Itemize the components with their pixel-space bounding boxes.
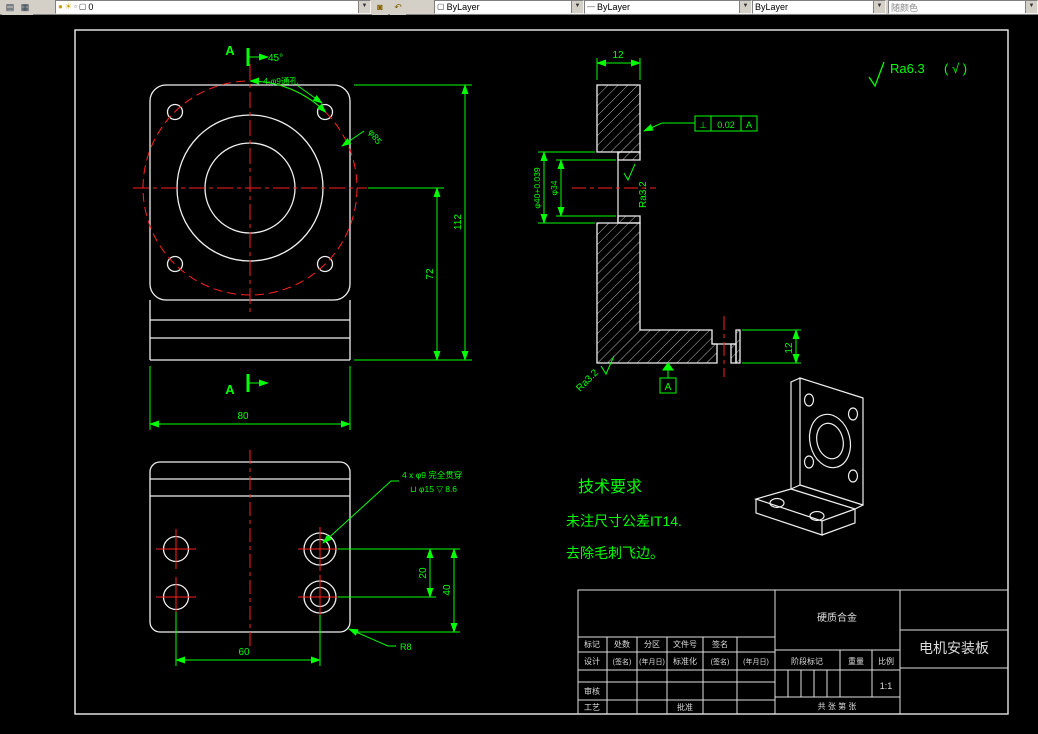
layer-color-chip-icon: ▢: [78, 2, 87, 11]
tb-design-sign: (签名): [613, 657, 632, 666]
tb-design: 设计: [584, 656, 600, 666]
dim-72: 72: [425, 268, 436, 280]
dim-112: 112: [453, 214, 464, 230]
datum-label: A: [665, 382, 672, 393]
roughness-bore: Ra3.2: [638, 181, 649, 208]
tb-std-date: (年月日): [743, 657, 769, 666]
tb-scale-label: 比例: [878, 656, 894, 666]
linetype-dropdown-arrow-icon[interactable]: ▼: [739, 1, 751, 13]
dim-flange-thickness: 12: [612, 50, 624, 61]
color-chip-icon: ▢: [437, 2, 445, 11]
current-plotstyle: 随颜色: [891, 2, 919, 13]
drawing-border-frame: [74, 29, 1009, 715]
dim-edge: 40: [442, 584, 453, 596]
tb-part-name: 电机安装板: [919, 640, 989, 656]
layer-states-icon[interactable]: ▦: [17, 0, 33, 15]
tb-material: 硬质合金: [817, 611, 857, 624]
dim-bore-inner: φ34: [549, 180, 559, 195]
tb-hdr-mark: 标记: [584, 639, 600, 649]
tb-std-sign: (签名): [711, 657, 730, 666]
isometric-view: [753, 377, 864, 536]
tb-hdr-zone: 分区: [644, 640, 660, 649]
roughness-value: Ra6.3: [890, 61, 925, 76]
front-holes-note: 4-φ9通孔: [263, 76, 298, 86]
dim-width-60: 60: [238, 647, 250, 658]
color-dropdown-arrow-icon[interactable]: ▼: [571, 1, 583, 13]
section-label-bottom: A: [225, 382, 235, 397]
lineweight-select[interactable]: ByLayer ▼: [752, 0, 886, 14]
tb-scale-value: 1:1: [880, 681, 893, 691]
tech-req-line2: 去除毛刺飞边。: [566, 545, 664, 561]
tb-review: 审核: [584, 686, 600, 696]
layer-freeze-sun-icon: ☀: [64, 2, 73, 11]
hole-callout-line1: 4 x φ9 完全贯穿: [402, 470, 462, 480]
linetype-select[interactable]: — ByLayer ▼: [584, 0, 752, 14]
roughness-others: ( √ ): [944, 61, 967, 76]
surface-finish-symbol-icon: [868, 61, 885, 88]
dim-bore: φ40+0.039: [532, 167, 542, 208]
tb-hdr-count: 处数: [614, 639, 630, 649]
current-color: ByLayer: [446, 2, 480, 12]
current-linetype: ByLayer: [597, 2, 631, 12]
layer-properties-icon[interactable]: ▤: [2, 0, 18, 15]
dim-width-80: 80: [237, 411, 249, 422]
object-properties-toolbar: ▤ ▦ ● ☀ ▫ ▢ 0 ▼ ◙ ↶ ▢ ByLayer ▼ — ByLaye…: [0, 0, 1038, 15]
fcf-symbol: ⊥: [699, 120, 707, 130]
front-view-centerlines: [133, 64, 367, 314]
layer-on-bulb-icon: ●: [58, 2, 63, 11]
tb-approve: 批准: [677, 702, 693, 712]
roughness-bottom: Ra3.2: [574, 367, 601, 394]
angle-dimension: 45°: [268, 53, 283, 64]
tb-craft: 工艺: [584, 703, 600, 712]
current-layer-name: 0: [88, 2, 94, 12]
plotstyle-select[interactable]: 随颜色 ▼: [888, 0, 1038, 14]
technical-requirements: 技术要求 未注尺寸公差IT14. 去除毛刺飞边。: [566, 478, 682, 561]
plotstyle-dropdown-arrow-icon[interactable]: ▼: [1025, 1, 1037, 13]
tb-hdr-sign: 签名: [712, 639, 728, 649]
dim-hole-spacing: 20: [418, 567, 429, 579]
make-object-layer-current-icon[interactable]: ◙: [372, 0, 388, 15]
general-roughness-note: Ra6.3 ( √ ): [868, 61, 967, 88]
current-lineweight: ByLayer: [755, 2, 789, 12]
linetype-preview-icon: —: [587, 2, 595, 11]
tb-sheet-info: 共 张 第 张: [818, 701, 857, 711]
tech-req-line1: 未注尺寸公差IT14.: [566, 513, 682, 529]
lineweight-dropdown-arrow-icon[interactable]: ▼: [873, 1, 885, 13]
tb-hdr-fileno: 文件号: [673, 639, 697, 649]
fcf-datum: A: [746, 120, 752, 130]
drawing-canvas[interactable]: A A 45° 4-φ9通孔 φ85 80 72 112 12 φ40+0.03…: [0, 0, 1038, 734]
layer-lock-icon: ▫: [74, 2, 77, 11]
layer-previous-icon[interactable]: ↶: [390, 0, 406, 15]
fcf-tolerance: 0.02: [717, 120, 735, 130]
fillet-note: R8: [400, 642, 412, 652]
layer-dropdown-arrow-icon[interactable]: ▼: [358, 1, 370, 13]
tech-req-title: 技术要求: [578, 478, 642, 496]
layer-select[interactable]: ● ☀ ▫ ▢ 0 ▼: [55, 0, 371, 14]
bolt-circle-dimension: φ85: [366, 127, 383, 146]
hole-callout-line2: ⊔ φ15 ▽ 8.6: [410, 484, 457, 494]
tb-design-date: (年月日): [639, 657, 665, 666]
tb-stage-label: 阶段标记: [791, 656, 823, 666]
tb-standardize: 标准化: [673, 656, 697, 666]
dim-base-thickness: 12: [784, 342, 795, 354]
tb-weight-label: 重量: [848, 656, 864, 666]
section-label-top: A: [225, 43, 235, 58]
cad-application-window: ▤ ▦ ● ☀ ▫ ▢ 0 ▼ ◙ ↶ ▢ ByLayer ▼ — ByLaye…: [0, 0, 1038, 734]
color-select[interactable]: ▢ ByLayer ▼: [434, 0, 584, 14]
